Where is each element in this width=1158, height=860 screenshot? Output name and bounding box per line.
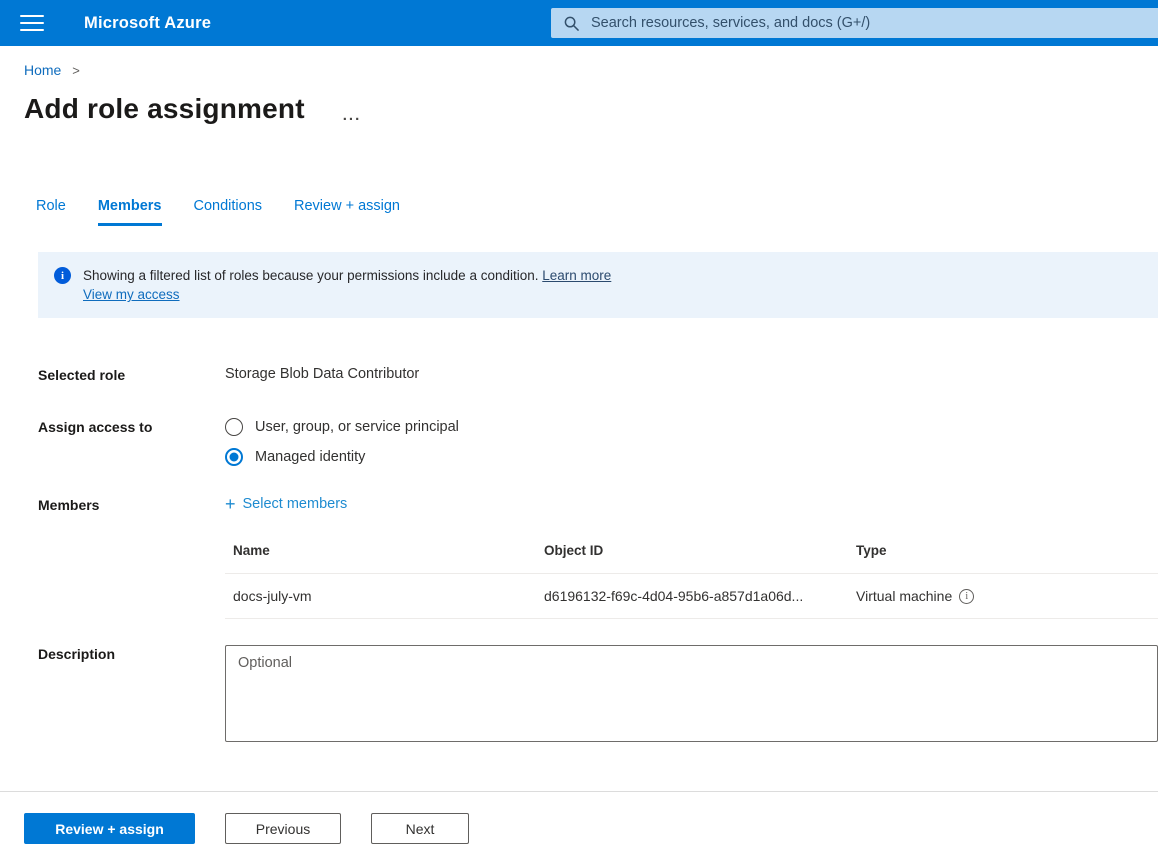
plus-icon: + <box>225 497 236 511</box>
description-textarea[interactable] <box>225 645 1158 742</box>
radio-managed-identity[interactable]: Managed identity <box>225 448 1158 466</box>
member-name-cell: docs-july-vm <box>225 574 536 619</box>
select-members-link[interactable]: + Select members <box>225 496 347 512</box>
radio-selected-icon[interactable] <box>225 448 243 466</box>
assign-access-radio-group: User, group, or service principal Manage… <box>225 418 1158 466</box>
selected-role-value: Storage Blob Data Contributor <box>225 366 1158 382</box>
global-search[interactable] <box>551 8 1158 38</box>
tab-review-assign[interactable]: Review + assign <box>294 198 400 226</box>
description-label: Description <box>38 645 225 662</box>
member-object-id-cell: d6196132-f69c-4d04-95b6-a857d1a06d... <box>536 574 848 619</box>
info-icon: i <box>54 267 71 284</box>
app-title: Microsoft Azure <box>84 14 211 33</box>
info-banner: i Showing a filtered list of roles becau… <box>38 252 1158 318</box>
tab-members[interactable]: Members <box>98 198 162 226</box>
next-button[interactable]: Next <box>371 813 469 844</box>
breadcrumb: Home > <box>24 62 1158 78</box>
members-label: Members <box>38 496 225 513</box>
search-input[interactable] <box>589 14 1158 32</box>
view-my-access-link[interactable]: View my access <box>83 285 180 304</box>
tab-conditions[interactable]: Conditions <box>194 198 263 226</box>
hamburger-menu-icon[interactable] <box>20 10 44 36</box>
previous-button[interactable]: Previous <box>225 813 341 844</box>
tab-bar: Role Members Conditions Review + assign <box>36 198 1158 226</box>
learn-more-link[interactable]: Learn more <box>542 268 611 283</box>
breadcrumb-chevron-icon: > <box>72 63 80 78</box>
review-assign-button[interactable]: Review + assign <box>24 813 195 844</box>
column-header-object-id: Object ID <box>536 543 848 574</box>
breadcrumb-home-link[interactable]: Home <box>24 62 61 78</box>
page-title: Add role assignment <box>24 90 305 128</box>
radio-unselected-icon[interactable] <box>225 418 243 436</box>
assign-access-to-label: Assign access to <box>38 418 225 435</box>
top-bar: Microsoft Azure <box>0 0 1158 46</box>
member-type-cell: Virtual machine <box>856 588 952 604</box>
select-members-label: Select members <box>243 496 348 512</box>
search-icon <box>564 16 579 31</box>
radio-option-label: Managed identity <box>255 449 365 465</box>
selected-role-label: Selected role <box>38 366 225 383</box>
banner-message: Showing a filtered list of roles because… <box>83 268 539 283</box>
tab-role[interactable]: Role <box>36 198 66 226</box>
members-table: Name Object ID Type docs-july-vm d619613… <box>225 543 1158 619</box>
table-row[interactable]: docs-july-vm d6196132-f69c-4d04-95b6-a85… <box>225 574 1158 619</box>
type-info-icon[interactable]: i <box>959 589 974 604</box>
column-header-type: Type <box>848 543 1158 574</box>
role-assignment-form: Selected role Storage Blob Data Contribu… <box>38 366 1158 742</box>
column-header-name: Name <box>225 543 536 574</box>
radio-user-group-service-principal[interactable]: User, group, or service principal <box>225 418 1158 436</box>
radio-option-label: User, group, or service principal <box>255 419 459 435</box>
more-options-ellipsis-icon[interactable]: ... <box>343 107 362 124</box>
footer-bar: Review + assign Previous Next <box>0 791 1158 844</box>
